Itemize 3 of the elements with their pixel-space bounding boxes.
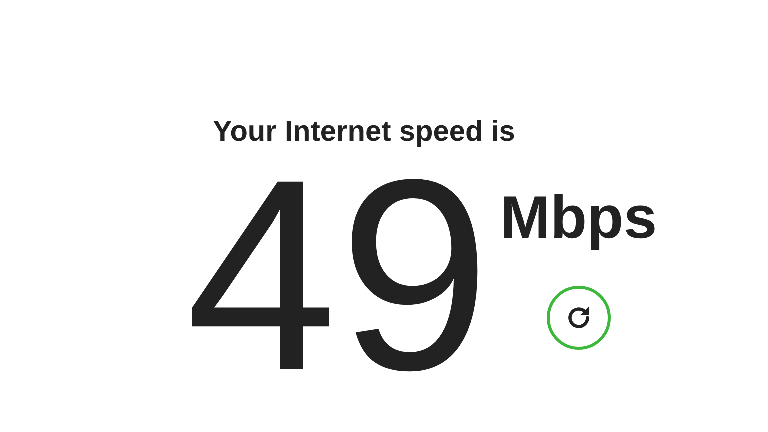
speed-value: 49 [186, 173, 493, 377]
speed-heading: Your Internet speed is [213, 115, 516, 150]
speed-unit: Mbps [500, 188, 658, 248]
